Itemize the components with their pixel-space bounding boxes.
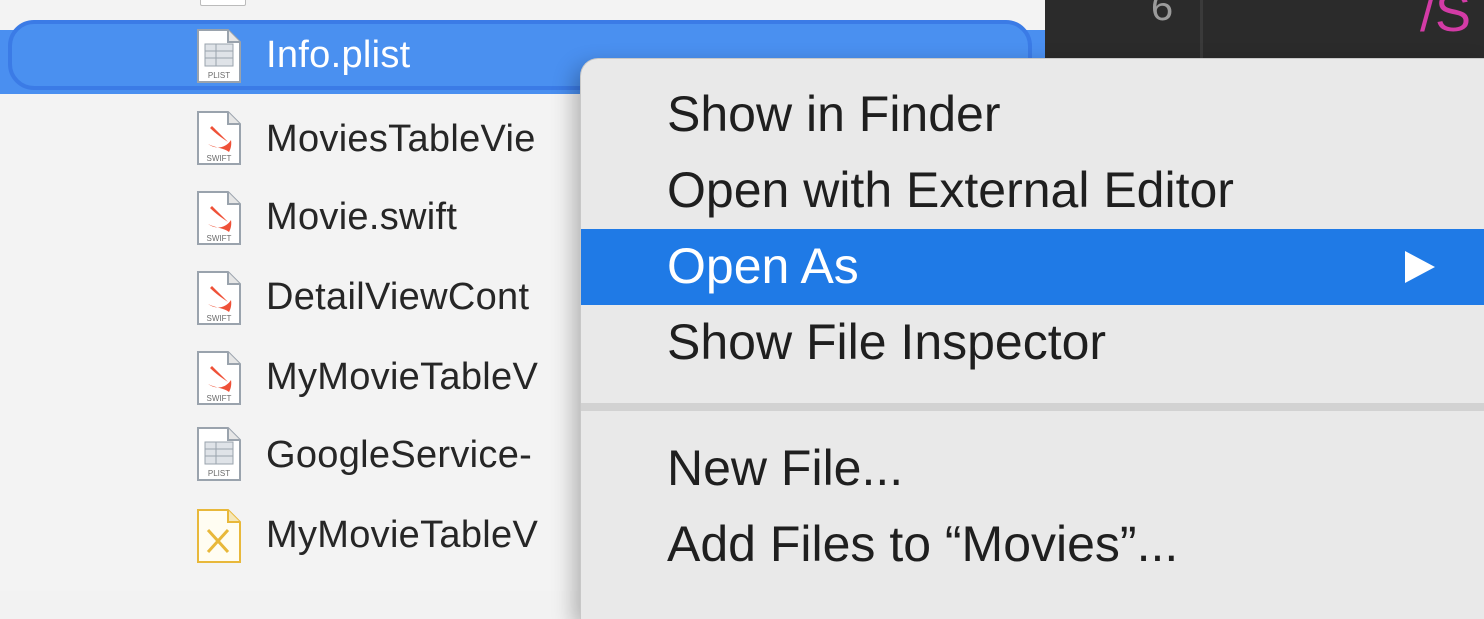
code-fragment: /S: [1420, 0, 1472, 43]
menu-item-label: Open with External Editor: [667, 162, 1234, 218]
menu-item-show-in-finder[interactable]: Show in Finder: [581, 77, 1484, 153]
line-number: 6: [1150, 0, 1175, 33]
svg-text:SWIFT: SWIFT: [207, 314, 232, 323]
file-name: MyMovieTableV: [266, 356, 539, 398]
swift-file-icon: SWIFT: [197, 111, 241, 165]
menu-item-label: Show File Inspector: [667, 314, 1107, 370]
file-name: Info.plist: [266, 34, 411, 76]
xib-file-icon: [197, 509, 241, 563]
menu-item-show-file-inspector[interactable]: Show File Inspector: [581, 305, 1484, 381]
svg-text:PLIST: PLIST: [208, 469, 230, 478]
plist-file-icon: PLIST: [197, 29, 241, 83]
menu-item-new-file[interactable]: New File...: [581, 431, 1484, 507]
svg-text:PLIST: PLIST: [208, 71, 230, 80]
menu-item-open-as[interactable]: Open As: [581, 229, 1484, 305]
file-name: DetailViewCont: [266, 276, 530, 318]
gutter-divider: [1200, 0, 1203, 60]
context-menu: Show in Finder Open with External Editor…: [580, 58, 1484, 619]
menu-item-open-external-editor[interactable]: Open with External Editor: [581, 153, 1484, 229]
file-name: MyMovieTableV: [266, 514, 539, 556]
menu-item-label: Open As: [667, 238, 859, 294]
menu-item-label: New File...: [667, 440, 904, 496]
svg-text:SWIFT: SWIFT: [207, 154, 232, 163]
file-name: GoogleService-: [266, 434, 533, 476]
submenu-arrow-icon: [1405, 251, 1435, 283]
plist-file-icon: PLIST: [197, 427, 241, 481]
swift-file-icon: SWIFT: [197, 351, 241, 405]
swift-file-icon: SWIFT: [197, 191, 241, 245]
menu-item-add-files[interactable]: Add Files to “Movies”...: [581, 507, 1484, 583]
file-name: MoviesTableVie: [266, 118, 536, 160]
menu-item-label: Add Files to “Movies”...: [667, 516, 1179, 572]
svg-text:SWIFT: SWIFT: [207, 234, 232, 243]
swift-file-icon: SWIFT: [197, 271, 241, 325]
file-name: Movie.swift: [266, 196, 458, 238]
svg-text:SWIFT: SWIFT: [207, 394, 232, 403]
menu-separator: [581, 403, 1484, 411]
menu-item-label: Show in Finder: [667, 86, 1001, 142]
